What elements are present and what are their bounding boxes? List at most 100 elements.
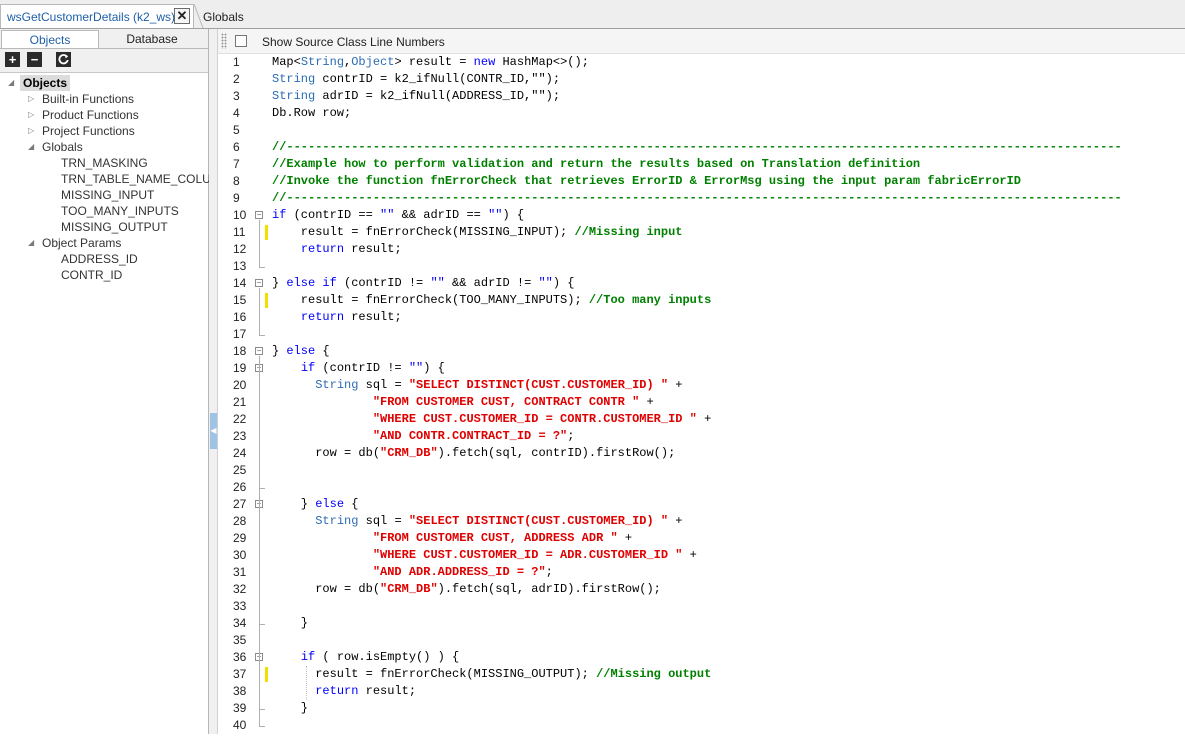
tree-item[interactable]: CONTR_ID <box>61 267 122 283</box>
code-line[interactable]: result = fnErrorCheck(TOO_MANY_INPUTS); … <box>272 292 711 309</box>
tab-database[interactable]: Database <box>103 30 201 48</box>
code-token: sql = <box>358 514 409 528</box>
close-icon[interactable]: ✕ <box>174 8 190 24</box>
code-line[interactable]: result = fnErrorCheck(MISSING_INPUT); //… <box>272 224 683 241</box>
collapse-arrow-icon[interactable]: ◀ <box>210 413 217 449</box>
code-line[interactable]: "FROM CUSTOMER CUST, CONTRACT CONTR " + <box>272 394 654 411</box>
code-token: if <box>272 208 287 222</box>
code-line[interactable]: result = fnErrorCheck(MISSING_OUTPUT); /… <box>272 666 711 683</box>
code-line[interactable]: return result; <box>272 309 402 326</box>
code-line[interactable]: row = db("CRM_DB").fetch(sql, adrID).fir… <box>272 581 661 598</box>
code-line[interactable]: String contrID = k2_ifNull(CONTR_ID,""); <box>272 71 560 88</box>
tree-item[interactable]: TOO_MANY_INPUTS <box>61 203 179 219</box>
code-token: + <box>668 514 683 528</box>
code-line[interactable]: } else { <box>272 496 359 513</box>
code-token: else <box>286 344 316 358</box>
show-line-numbers-checkbox[interactable] <box>235 35 247 47</box>
fold-toggle-icon[interactable]: − <box>255 347 263 355</box>
code-token: "FROM CUSTOMER CUST, CONTRACT CONTR " <box>372 395 640 409</box>
code-line[interactable]: } <box>272 615 308 632</box>
tree-item[interactable]: TRN_MASKING <box>61 155 148 171</box>
code-token: else if <box>286 276 337 290</box>
expanded-arrow-icon[interactable]: ◢ <box>28 235 34 251</box>
plus-icon[interactable]: + <box>5 52 20 67</box>
line-number: 9 <box>233 191 240 205</box>
tree-group[interactable]: Object Params <box>42 235 121 251</box>
code-line[interactable]: if (contrID != "") { <box>272 360 445 377</box>
code-token: //Too many inputs <box>588 293 712 307</box>
line-number: 10 <box>233 208 247 222</box>
code-line[interactable]: } else if (contrID != "" && adrID != "")… <box>272 275 575 292</box>
code-token: contrID = k2_ifNull(CONTR_ID,""); <box>315 72 561 86</box>
code-line[interactable]: if ( row.isEmpty() ) { <box>272 649 459 666</box>
code-token: sql = <box>358 378 409 392</box>
tree-group[interactable]: Product Functions <box>42 107 139 123</box>
code-line[interactable]: //--------------------------------------… <box>272 139 1122 156</box>
line-number: 5 <box>233 123 240 137</box>
refresh-icon[interactable] <box>56 52 71 67</box>
code-line[interactable]: row = db("CRM_DB").fetch(sql, contrID).f… <box>272 445 675 462</box>
code-line[interactable]: //--------------------------------------… <box>272 190 1122 207</box>
code-line[interactable]: } else { <box>272 343 330 360</box>
code-token: } <box>272 497 316 511</box>
code-token: "AND ADR.ADDRESS_ID = ?" <box>372 565 546 579</box>
line-number: 37 <box>233 667 247 681</box>
code-line[interactable]: //Example how to perform validation and … <box>272 156 920 173</box>
tree-item[interactable]: MISSING_INPUT <box>61 187 154 203</box>
panel-splitter[interactable]: ◀ <box>209 29 218 734</box>
tree-group[interactable]: Built-in Functions <box>42 91 134 107</box>
expanded-arrow-icon[interactable]: ◢ <box>8 75 14 91</box>
code-line[interactable]: "FROM CUSTOMER CUST, ADDRESS ADR " + <box>272 530 632 547</box>
line-number: 26 <box>233 480 247 494</box>
code-token: "FROM CUSTOMER CUST, ADDRESS ADR " <box>372 531 618 545</box>
code-line[interactable]: if (contrID == "" && adrID == "") { <box>272 207 524 224</box>
expanded-arrow-icon[interactable]: ◢ <box>28 139 34 155</box>
tree-root-objects[interactable]: Objects <box>20 75 71 91</box>
line-number: 38 <box>233 684 247 698</box>
code-line[interactable]: String adrID = k2_ifNull(ADDRESS_ID,""); <box>272 88 560 105</box>
breadcrumb[interactable]: Globals <box>203 10 244 24</box>
code-line[interactable]: Db.Row row; <box>272 105 351 122</box>
code-line[interactable]: Map<String,Object> result = new HashMap<… <box>272 54 589 71</box>
code-line[interactable]: String sql = "SELECT DISTINCT(CUST.CUSTO… <box>272 377 683 394</box>
document-tab[interactable]: wsGetCustomerDetails (k2_ws) ✕ <box>0 4 194 28</box>
fold-toggle-icon[interactable]: − <box>255 211 263 219</box>
code-line[interactable]: "AND CONTR.CONTRACT_ID = ?"; <box>272 428 575 445</box>
code-line[interactable]: return result; <box>272 241 402 258</box>
code-line[interactable]: return result; <box>272 683 416 700</box>
code-editor[interactable]: Map<String,Object> result = new HashMap<… <box>268 54 1185 734</box>
tree-group[interactable]: Globals <box>42 139 83 155</box>
code-token: + <box>668 378 683 392</box>
line-number: 33 <box>233 599 247 613</box>
code-line[interactable]: "AND ADR.ADDRESS_ID = ?"; <box>272 564 553 581</box>
code-token: row = db( <box>272 446 381 460</box>
collapsed-arrow-icon[interactable]: ▷ <box>28 123 34 139</box>
collapsed-arrow-icon[interactable]: ▷ <box>28 91 34 107</box>
fold-toggle-icon[interactable]: − <box>255 279 263 287</box>
tab-objects[interactable]: Objects <box>1 30 99 48</box>
tree-item[interactable]: TRN_TABLE_NAME_COLU <box>61 171 211 187</box>
code-line[interactable]: } <box>272 700 308 717</box>
code-token: "" <box>488 208 503 222</box>
code-token: result = fnErrorCheck(TOO_MANY_INPUTS); <box>272 293 589 307</box>
tree-item[interactable]: ADDRESS_ID <box>61 251 138 267</box>
minus-icon[interactable]: − <box>27 52 42 67</box>
code-line[interactable]: "WHERE CUST.CUSTOMER_ID = CONTR.CUSTOMER… <box>272 411 711 428</box>
code-token: //Missing output <box>596 667 712 681</box>
grip-icon[interactable] <box>221 33 227 49</box>
line-number: 13 <box>233 259 247 273</box>
collapsed-arrow-icon[interactable]: ▷ <box>28 107 34 123</box>
code-token: ( row.isEmpty() ) { <box>315 650 460 664</box>
code-line[interactable]: //Invoke the function fnErrorCheck that … <box>272 173 1021 190</box>
line-number: 30 <box>233 548 247 562</box>
code-token: return <box>300 310 345 324</box>
line-number: 4 <box>233 106 240 120</box>
code-line[interactable]: "WHERE CUST.CUSTOMER_ID = ADR.CUSTOMER_I… <box>272 547 697 564</box>
show-line-numbers-label[interactable]: Show Source Class Line Numbers <box>262 35 445 49</box>
tree-group[interactable]: Project Functions <box>42 123 135 139</box>
code-line[interactable]: String sql = "SELECT DISTINCT(CUST.CUSTO… <box>272 513 683 530</box>
tree-item[interactable]: MISSING_OUTPUT <box>61 219 168 235</box>
